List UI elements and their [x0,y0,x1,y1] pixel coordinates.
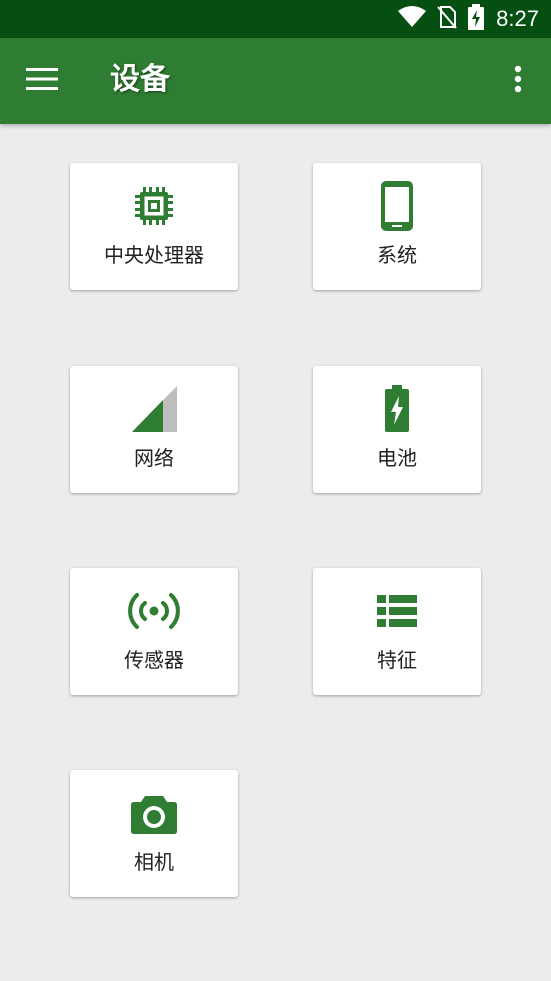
status-bar: 8:27 [0,0,551,38]
tile-label: 系统 [377,243,417,267]
sensor-icon [124,586,184,636]
tile-system[interactable]: 系统 [313,163,481,290]
status-time: 8:27 [496,6,539,31]
cpu-icon [129,181,179,231]
signal-icon [129,384,179,434]
tile-label: 特征 [377,648,417,672]
menu-icon [26,67,58,95]
list-icon [372,586,422,636]
battery-charging-icon [468,4,485,34]
page-title: 设备 [110,62,170,97]
phone-icon [372,181,422,231]
tile-label: 中央处理器 [104,243,204,267]
camera-icon [129,788,179,838]
tile-battery[interactable]: 电池 [313,366,481,493]
battery-icon [372,384,422,434]
more-vert-icon [514,65,522,97]
tile-camera[interactable]: 相机 [70,770,238,897]
app-bar: 设备 [0,38,551,124]
more-options-button[interactable] [503,63,533,99]
no-sim-icon [436,5,458,33]
tile-label: 电池 [377,446,417,470]
wifi-icon [398,6,427,32]
tile-network[interactable]: 网络 [70,366,238,493]
tile-label: 网络 [134,446,174,470]
tile-sensors[interactable]: 传感器 [70,568,238,695]
status-icons: 8:27 [398,4,539,34]
tile-features[interactable]: 特征 [313,568,481,695]
menu-button[interactable] [22,63,62,99]
tile-label: 相机 [134,850,174,874]
tile-cpu[interactable]: 中央处理器 [70,163,238,290]
tile-label: 传感器 [124,648,184,672]
